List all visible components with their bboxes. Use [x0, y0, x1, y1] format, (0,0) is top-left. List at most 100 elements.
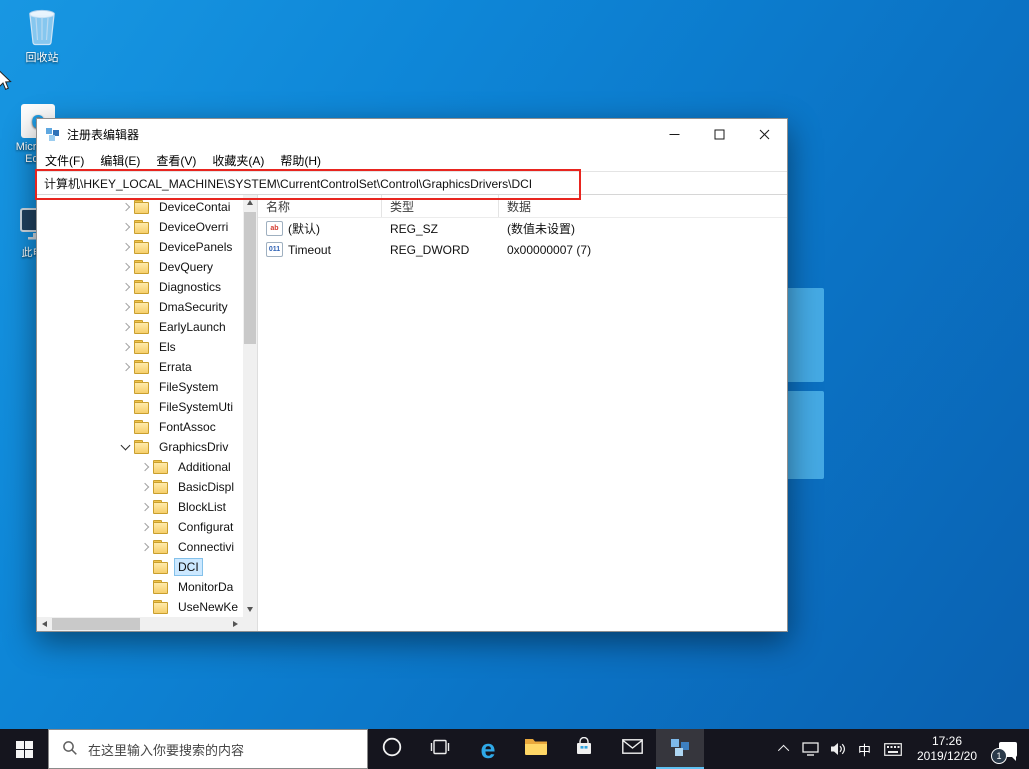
chevron-right-icon[interactable]: [118, 319, 134, 335]
chevron-right-icon[interactable]: [137, 519, 153, 535]
registry-address-bar[interactable]: 计算机\HKEY_LOCAL_MACHINE\SYSTEM\CurrentCon…: [37, 171, 787, 195]
scroll-left-icon[interactable]: [42, 621, 47, 627]
touch-keyboard-button[interactable]: [878, 729, 907, 769]
taskbar: 在这里输入你要搜索的内容 e 中 17:26 2019/12/20 1: [0, 729, 1029, 769]
tree-item[interactable]: DeviceContai: [37, 197, 243, 217]
chevron-right-icon[interactable]: [118, 219, 134, 235]
tree-item[interactable]: BlockList: [37, 497, 243, 517]
file-explorer-button[interactable]: [512, 729, 560, 769]
value-row-timeout[interactable]: 011 Timeout REG_DWORD 0x00000007 (7): [258, 239, 787, 260]
task-view-button[interactable]: [416, 729, 464, 769]
ime-indicator[interactable]: 中: [851, 729, 878, 769]
vertical-scroll-thumb[interactable]: [244, 212, 256, 344]
tree-item[interactable]: Els: [37, 337, 243, 357]
tree-item[interactable]: FileSystemUti: [37, 397, 243, 417]
start-button[interactable]: [0, 729, 48, 769]
menu-favorites[interactable]: 收藏夹(A): [204, 149, 272, 171]
taskbar-search-input[interactable]: 在这里输入你要搜索的内容: [48, 729, 368, 769]
tree-item-label: FontAssoc: [159, 420, 216, 434]
chevron-right-icon[interactable]: [118, 359, 134, 375]
value-data: (数值未设置): [507, 222, 575, 236]
volume-button[interactable]: [824, 729, 851, 769]
cortana-button[interactable]: [368, 729, 416, 769]
menu-edit[interactable]: 编辑(E): [92, 149, 148, 171]
tree-item-dci-selected[interactable]: DCI: [37, 557, 243, 577]
window-title: 注册表编辑器: [67, 127, 140, 142]
tree-item[interactable]: UseNewKe: [37, 597, 243, 617]
chevron-right-icon[interactable]: [118, 339, 134, 355]
network-button[interactable]: [797, 729, 824, 769]
tree-item[interactable]: MonitorDa: [37, 577, 243, 597]
window-titlebar[interactable]: 注册表编辑器: [37, 119, 787, 149]
value-row-default[interactable]: ab (默认) REG_SZ (数值未设置): [258, 218, 787, 239]
search-icon: [62, 740, 78, 759]
chevron-right-icon[interactable]: [118, 279, 134, 295]
tree-item-label: Additional: [178, 460, 231, 474]
chevron-placeholder: [118, 379, 134, 395]
tree-item[interactable]: EarlyLaunch: [37, 317, 243, 337]
tree-item-label: FileSystem: [159, 380, 219, 394]
tree-item[interactable]: Connectivi: [37, 537, 243, 557]
tree-item-label: DeviceContai: [159, 200, 231, 214]
chevron-right-icon[interactable]: [137, 539, 153, 555]
tree-vertical-scrollbar[interactable]: [243, 195, 257, 617]
mail-button[interactable]: [608, 729, 656, 769]
tree-item[interactable]: DeviceOverri: [37, 217, 243, 237]
clock[interactable]: 17:26 2019/12/20: [907, 729, 987, 769]
horizontal-scroll-thumb[interactable]: [52, 618, 140, 630]
folder-icon: [153, 539, 169, 554]
chevron-placeholder: [118, 399, 134, 415]
windows-logo-pane: [786, 288, 824, 382]
folder-icon: [153, 499, 169, 514]
close-button[interactable]: [742, 119, 787, 149]
column-header-data[interactable]: 数据: [499, 195, 787, 217]
scroll-up-icon[interactable]: [247, 200, 253, 205]
chevron-down-icon[interactable]: [118, 439, 134, 455]
mail-icon: [621, 739, 643, 759]
minimize-button[interactable]: [652, 119, 697, 149]
tree-item[interactable]: DmaSecurity: [37, 297, 243, 317]
menu-view[interactable]: 查看(V): [148, 149, 204, 171]
chevron-right-icon[interactable]: [137, 479, 153, 495]
desktop-icon-recycle-bin[interactable]: 回收站: [10, 8, 74, 65]
tray-expand-button[interactable]: [773, 729, 797, 769]
chevron-right-icon[interactable]: [137, 459, 153, 475]
tree-item[interactable]: Errata: [37, 357, 243, 377]
action-center-button[interactable]: 1: [987, 729, 1029, 769]
menu-help[interactable]: 帮助(H): [272, 149, 329, 171]
tree-item[interactable]: FileSystem: [37, 377, 243, 397]
folder-icon: [134, 439, 150, 454]
scroll-down-icon[interactable]: [247, 607, 253, 612]
scroll-right-icon[interactable]: [233, 621, 238, 627]
tree-item[interactable]: DevicePanels: [37, 237, 243, 257]
value-name: Timeout: [288, 242, 331, 257]
chevron-right-icon[interactable]: [118, 199, 134, 215]
menu-file[interactable]: 文件(F): [37, 149, 92, 171]
tree-item[interactable]: Diagnostics: [37, 277, 243, 297]
edge-button[interactable]: e: [464, 729, 512, 769]
tree-item[interactable]: DevQuery: [37, 257, 243, 277]
chevron-up-icon: [777, 744, 790, 757]
value-type: REG_DWORD: [390, 242, 470, 257]
column-header-name[interactable]: 名称: [258, 195, 382, 217]
tree-horizontal-scrollbar[interactable]: [37, 617, 243, 631]
tree-item[interactable]: BasicDispl: [37, 477, 243, 497]
store-button[interactable]: [560, 729, 608, 769]
registry-editor-window: 注册表编辑器 文件(F) 编辑(E) 查看(V) 收藏夹(A) 帮助(H) 计算…: [35, 118, 788, 632]
tree-item-label: Els: [159, 340, 176, 354]
maximize-button[interactable]: [697, 119, 742, 149]
chevron-right-icon[interactable]: [118, 239, 134, 255]
regedit-taskbar-button[interactable]: [656, 729, 704, 769]
column-header-type[interactable]: 类型: [382, 195, 499, 217]
tree-item[interactable]: GraphicsDriv: [37, 437, 243, 457]
chevron-right-icon[interactable]: [118, 259, 134, 275]
chevron-placeholder: [137, 599, 153, 615]
tree-item[interactable]: FontAssoc: [37, 417, 243, 437]
chevron-right-icon[interactable]: [137, 499, 153, 515]
tree-item[interactable]: Additional: [37, 457, 243, 477]
tree-item[interactable]: Configurat: [37, 517, 243, 537]
chevron-right-icon[interactable]: [118, 299, 134, 315]
chevron-placeholder: [118, 419, 134, 435]
folder-icon: [134, 339, 150, 354]
folder-icon: [134, 219, 150, 234]
